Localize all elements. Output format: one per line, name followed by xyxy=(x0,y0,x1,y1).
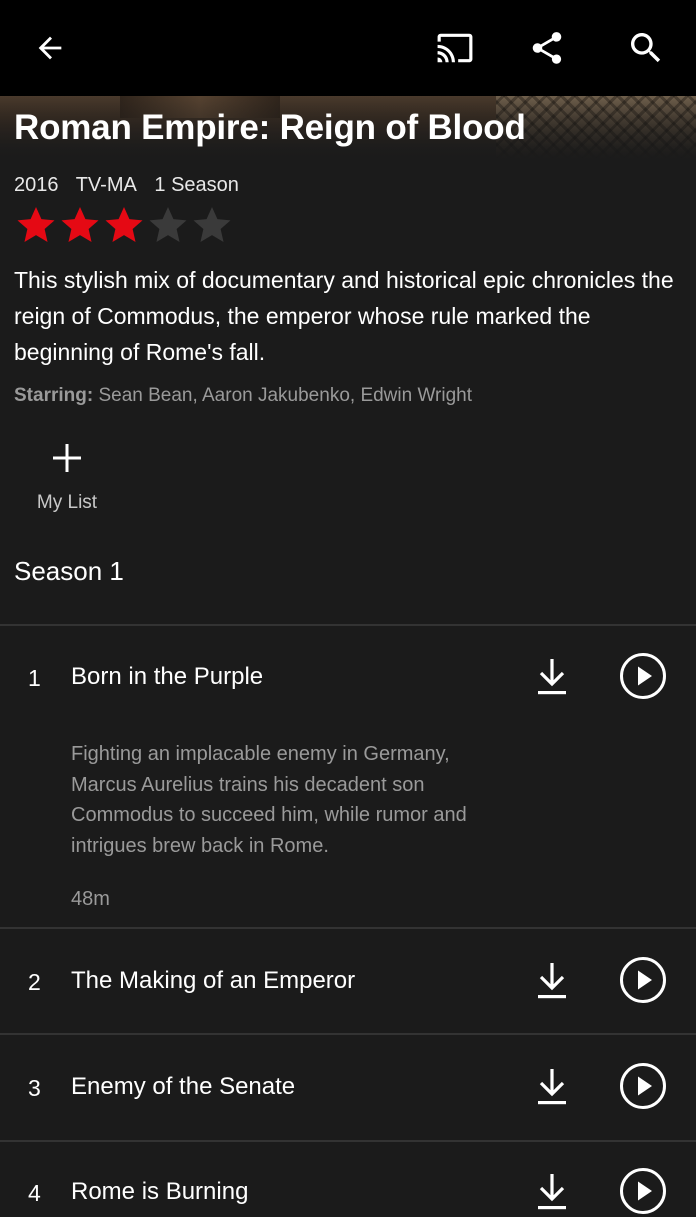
play-button[interactable] xyxy=(617,650,669,702)
play-circle-icon xyxy=(620,1063,666,1109)
show-title: Roman Empire: Reign of Blood xyxy=(14,108,526,147)
arrow-left-icon xyxy=(38,36,62,60)
share-button[interactable] xyxy=(523,24,571,72)
episode-duration: 48m xyxy=(71,888,110,910)
star-filled-icon[interactable] xyxy=(102,203,146,247)
my-list-button[interactable]: My List xyxy=(22,436,112,520)
season-count: 1 Season xyxy=(154,174,239,196)
show-meta: 2016 TV-MA 1 Season xyxy=(14,174,251,197)
episode-title: Enemy of the Senate xyxy=(71,1073,296,1100)
starring-line: Starring: Sean Bean, Aaron Jakubenko, Ed… xyxy=(14,385,472,407)
star-empty-icon[interactable] xyxy=(190,203,234,247)
starring-names: Sean Bean, Aaron Jakubenko, Edwin Wright xyxy=(98,385,473,406)
star-filled-icon[interactable] xyxy=(14,203,58,247)
episode-title: Born in the Purple xyxy=(71,663,264,690)
maturity-rating: TV-MA xyxy=(75,174,137,196)
episode-number: 4 xyxy=(28,1180,41,1206)
share-icon xyxy=(532,32,562,64)
episode-title: The Making of an Emperor xyxy=(71,967,356,994)
cast-button[interactable] xyxy=(431,24,479,72)
top-app-bar xyxy=(0,0,696,96)
cast-icon xyxy=(437,33,473,63)
divider xyxy=(0,624,696,626)
divider xyxy=(0,1140,696,1142)
play-circle-icon xyxy=(620,653,666,699)
play-button[interactable] xyxy=(617,1060,669,1112)
episode-title: Rome is Burning xyxy=(71,1178,249,1205)
download-icon xyxy=(538,1069,566,1105)
release-year: 2016 xyxy=(14,174,59,196)
search-icon xyxy=(631,33,661,63)
play-circle-icon xyxy=(620,1168,666,1214)
divider xyxy=(0,927,696,929)
download-button[interactable] xyxy=(530,1065,574,1109)
download-icon xyxy=(538,1174,566,1210)
play-button[interactable] xyxy=(617,1165,669,1217)
play-circle-icon xyxy=(620,957,666,1003)
download-button[interactable] xyxy=(530,655,574,699)
season-selector[interactable]: Season 1 xyxy=(14,556,124,587)
download-button[interactable] xyxy=(530,959,574,1003)
star-empty-icon[interactable] xyxy=(146,203,190,247)
search-button[interactable] xyxy=(622,24,670,72)
episode-number: 2 xyxy=(28,969,41,995)
plus-icon xyxy=(53,444,81,472)
show-description: This stylish mix of documentary and hist… xyxy=(14,267,674,365)
episode-number: 3 xyxy=(28,1075,41,1101)
download-icon xyxy=(538,963,566,999)
divider xyxy=(0,1033,696,1035)
episode-number: 1 xyxy=(28,665,41,691)
starring-label: Starring: xyxy=(14,385,94,406)
back-button[interactable] xyxy=(26,24,74,72)
download-button[interactable] xyxy=(530,1170,574,1214)
play-button[interactable] xyxy=(617,954,669,1006)
star-rating[interactable] xyxy=(14,203,234,247)
episode-description: Fighting an implacable enemy in Germany,… xyxy=(71,743,467,857)
star-filled-icon[interactable] xyxy=(58,203,102,247)
my-list-label: My List xyxy=(36,492,98,513)
download-icon xyxy=(538,659,566,695)
